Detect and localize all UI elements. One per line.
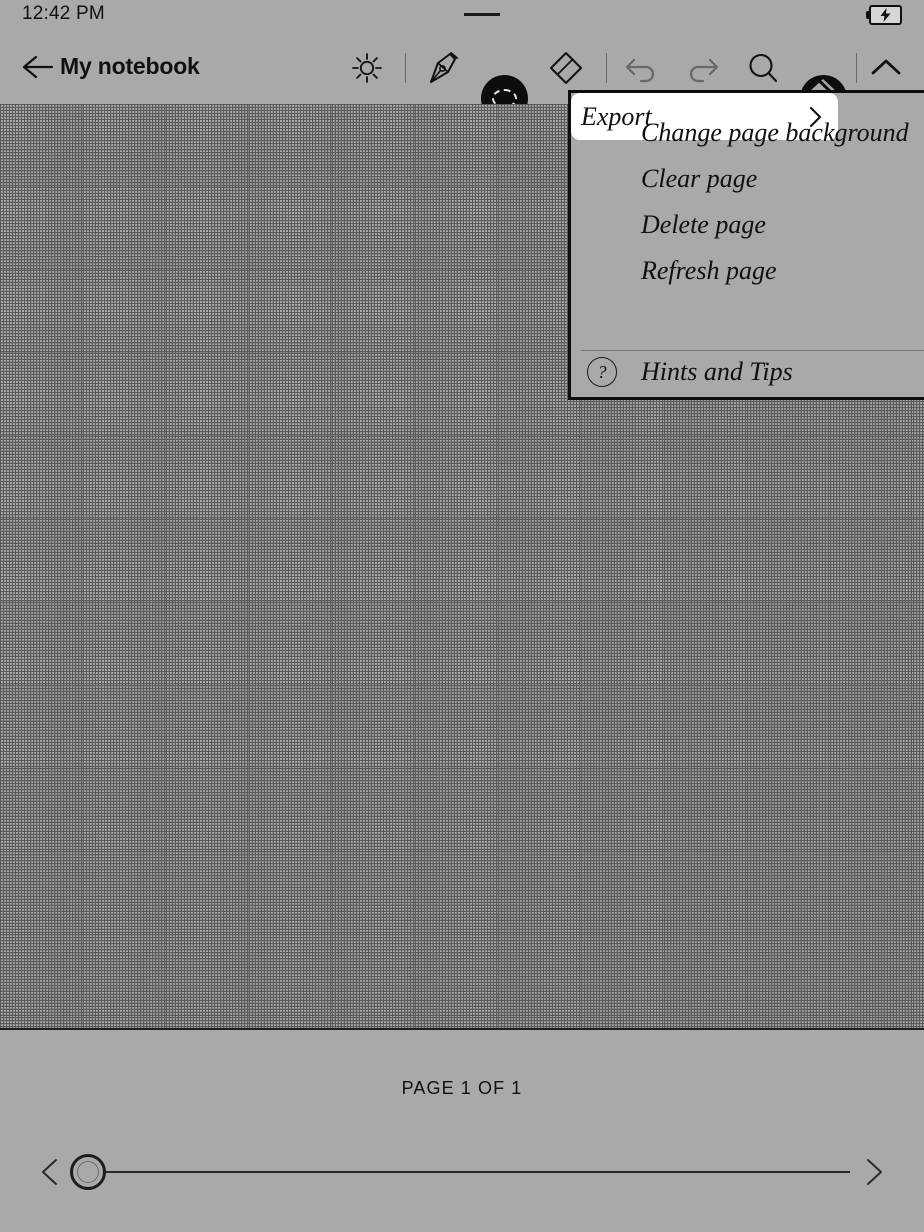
menu-item-label: Change page background [641, 118, 909, 147]
status-bar: 12:42 PM [0, 0, 924, 32]
menu-item-label: Clear page [641, 164, 758, 193]
eraser-icon[interactable] [544, 46, 588, 90]
question-mark-icon: ? [587, 357, 617, 387]
page-slider-track[interactable] [100, 1171, 850, 1173]
more-menu: Change page background Clear page Delete… [568, 90, 924, 400]
menu-item-delete-page[interactable]: Delete page [571, 202, 924, 248]
page-slider[interactable] [0, 1146, 924, 1198]
menu-item-label: Refresh page [641, 256, 777, 285]
search-icon[interactable] [741, 46, 785, 90]
pen-icon[interactable] [422, 46, 466, 90]
undo-icon[interactable] [620, 46, 664, 90]
menu-item-change-page-background[interactable]: Change page background [571, 110, 924, 156]
page-slider-handle-inner-ring [77, 1161, 99, 1183]
chevron-right-icon[interactable] [862, 1157, 886, 1187]
brightness-icon[interactable] [345, 46, 389, 90]
pulldown-handle-icon[interactable] [464, 13, 500, 16]
menu-item-hints-and-tips[interactable]: ? Hints and Tips [571, 349, 924, 395]
toolbar-divider-1 [405, 53, 406, 83]
chevron-up-icon[interactable] [864, 46, 908, 90]
menu-item-label: Delete page [641, 210, 766, 239]
redo-icon[interactable] [680, 46, 724, 90]
page-indicator: PAGE 1 OF 1 [401, 1078, 523, 1098]
back-arrow-icon[interactable] [22, 54, 54, 80]
toolbar-divider-3 [856, 53, 857, 83]
page-title: My notebook [60, 53, 200, 79]
menu-item-clear-page[interactable]: Clear page [571, 156, 924, 202]
menu-item-refresh-page[interactable]: Refresh page [571, 248, 924, 294]
chevron-left-icon[interactable] [38, 1157, 62, 1187]
battery-charging-icon [866, 5, 906, 25]
page-slider-handle[interactable] [70, 1154, 106, 1190]
status-time: 12:42 PM [22, 3, 105, 24]
toolbar-divider-2 [606, 53, 607, 83]
